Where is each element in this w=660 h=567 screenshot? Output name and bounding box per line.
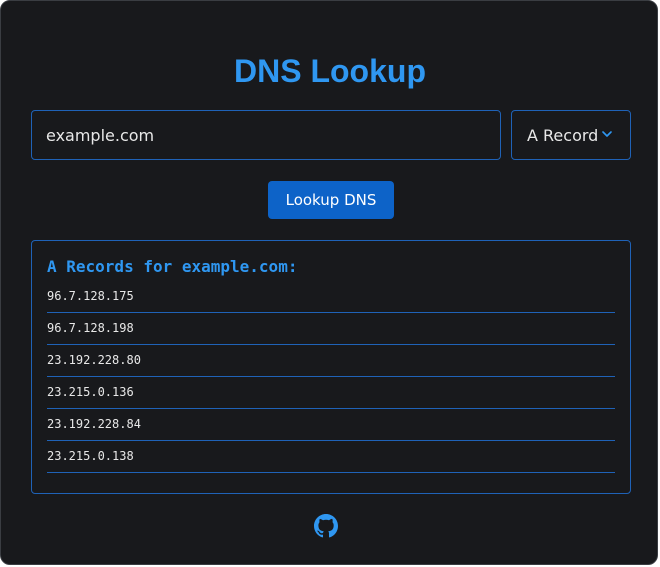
record-list: 96.7.128.175 96.7.128.198 23.192.228.80 … (47, 281, 615, 473)
record-row: 23.192.228.80 (47, 345, 615, 377)
github-icon[interactable] (314, 514, 338, 538)
lookup-dns-button[interactable]: Lookup DNS (268, 181, 394, 219)
results-panel: A Records for example.com: 96.7.128.175 … (31, 240, 631, 494)
results-heading: A Records for example.com: (47, 257, 298, 276)
record-type-value: A Record (527, 125, 599, 145)
record-row: 23.215.0.138 (47, 441, 615, 473)
chevron-down-icon (602, 131, 612, 137)
record-row: 96.7.128.175 (47, 281, 615, 313)
dns-lookup-card: DNS Lookup A Record Lookup DNS A Records… (0, 0, 658, 565)
record-type-select[interactable]: A Record (511, 110, 631, 160)
record-row: 23.192.228.84 (47, 409, 615, 441)
domain-input[interactable] (31, 110, 501, 160)
record-row: 23.215.0.136 (47, 377, 615, 409)
page-title: DNS Lookup (234, 53, 426, 89)
record-row: 96.7.128.198 (47, 313, 615, 345)
